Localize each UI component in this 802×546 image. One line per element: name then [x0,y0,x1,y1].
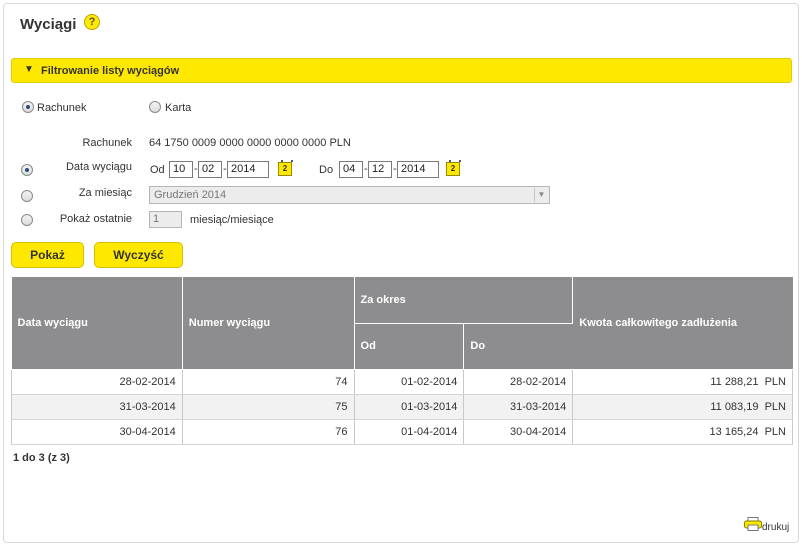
header-period-to: Do [463,323,573,370]
from-month-input[interactable]: 02 [198,161,222,178]
radio-last-months[interactable] [21,214,33,226]
amount-currency: PLN [764,400,786,413]
month-select-value: Grudzień 2014 [154,189,227,201]
radio-karta-label: Karta [165,102,192,114]
last-months-label: Pokaż ostatnie [59,213,132,225]
to-month-input[interactable]: 12 [368,161,392,178]
statements-table: Data wyciągu Numer wyciągu Za okres Kwot… [11,277,793,445]
last-months-input[interactable]: 1 [149,211,182,228]
account-value: 64 1750 0009 0000 0000 0000 0000 PLN [149,137,351,149]
header-period-from: Od [354,323,465,370]
radio-month[interactable] [21,190,33,202]
cell-amount: 11 083,19 PLN [572,394,793,420]
statements-panel [3,3,799,543]
cell-date: 30-04-2014 [11,419,183,445]
header-total-debt: Kwota całkowitego zadłużenia [572,277,793,370]
header-statement-number: Numer wyciągu [182,277,355,370]
filter-section-toggle[interactable]: ▼ Filtrowanie listy wyciągów [11,58,792,83]
cell-number: 74 [182,369,355,395]
header-statement-date: Data wyciągu [11,277,183,370]
header-period: Za okres [354,277,574,324]
cell-from: 01-03-2014 [354,394,465,420]
cell-number: 75 [182,394,355,420]
cell-number: 76 [182,419,355,445]
printer-icon[interactable] [744,517,762,531]
to-calendar-icon[interactable]: 2 [446,160,461,176]
print-link[interactable]: drukuj [762,522,789,533]
cell-date: 28-02-2014 [11,369,183,395]
pagination-summary: 1 do 3 (z 3) [13,452,70,464]
from-day-input[interactable]: 10 [169,161,193,178]
radio-rachunek[interactable] [22,101,34,113]
amount-currency: PLN [764,425,786,438]
amount-value: 11 288,21 [710,375,759,388]
last-months-unit: miesiąc/miesiące [190,214,274,226]
radio-karta[interactable] [149,101,161,113]
to-label: Do [319,164,334,176]
table-row[interactable]: 30-04-2014 76 01-04-2014 30-04-2014 13 1… [11,419,793,445]
clear-button[interactable]: Wyczyść [94,242,183,268]
amount-value: 13 165,24 [709,425,759,438]
table-row[interactable]: 31-03-2014 75 01-03-2014 31-03-2014 11 0… [11,394,793,420]
to-year-input[interactable]: 2014 [397,161,439,178]
radio-rachunek-label: Rachunek [37,102,87,114]
cell-to: 31-03-2014 [463,394,574,420]
account-label: Rachunek [82,137,132,149]
cell-from: 01-04-2014 [354,419,465,445]
amount-currency: PLN [764,375,786,388]
chevron-down-icon: ▼ [534,188,548,202]
chevron-down-icon: ▼ [24,64,34,75]
page-title: Wyciągi [20,16,77,33]
amount-value: 11 083,19 [710,400,759,413]
from-calendar-icon[interactable]: 2 [278,160,293,176]
cell-to: 28-02-2014 [463,369,574,395]
cell-amount: 11 288,21 PLN [572,369,793,395]
cell-date: 31-03-2014 [11,394,183,420]
show-button[interactable]: Pokaż [11,242,84,268]
table-row[interactable]: 28-02-2014 74 01-02-2014 28-02-2014 11 2… [11,369,793,395]
cell-from: 01-02-2014 [354,369,465,395]
help-icon[interactable]: ? [84,14,100,30]
from-year-input[interactable]: 2014 [227,161,269,178]
month-select[interactable]: Grudzień 2014 ▼ [149,186,550,204]
cell-to: 30-04-2014 [463,419,574,445]
to-day-input[interactable]: 04 [339,161,363,178]
date-range-label: Data wyciągu [65,161,132,173]
radio-date-range[interactable] [21,164,33,176]
cell-amount: 13 165,24 PLN [572,419,793,445]
filter-section-label: Filtrowanie listy wyciągów [41,65,180,77]
from-label: Od [150,164,165,176]
month-label: Za miesiąc [78,187,132,199]
